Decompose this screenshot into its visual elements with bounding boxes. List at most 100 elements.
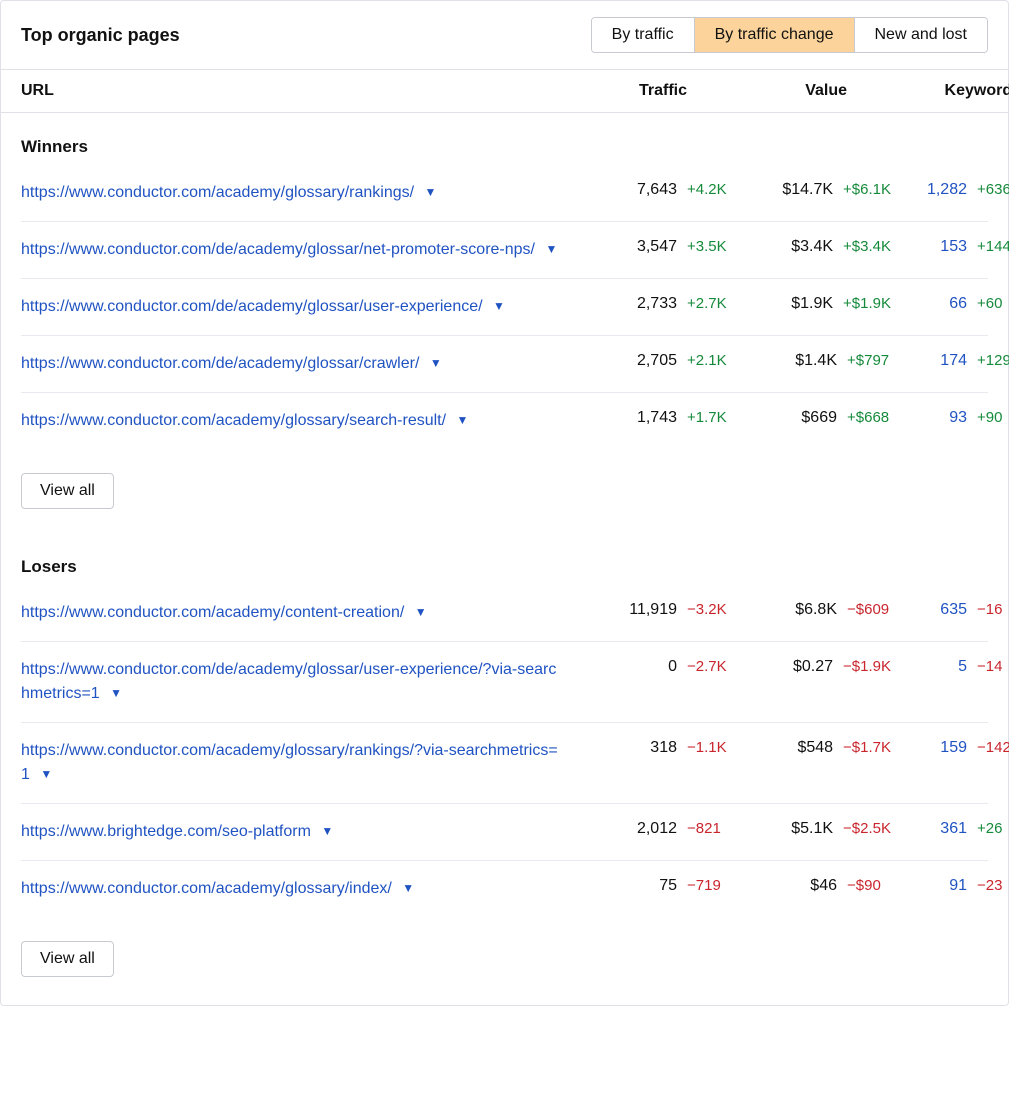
caret-down-icon[interactable]: ▼ [545,240,557,258]
tab-new-and-lost[interactable]: New and lost [854,18,988,52]
top-organic-pages-panel: Top organic pages By trafficBy traffic c… [0,0,1009,1006]
url-cell: https://www.conductor.com/de/academy/glo… [21,658,581,706]
traffic-delta: +2.1K [687,352,731,369]
caret-down-icon[interactable]: ▼ [415,603,427,621]
caret-down-icon[interactable]: ▼ [110,684,122,702]
view-all-winners-button[interactable]: View all [21,473,114,509]
traffic-delta: −1.1K [687,739,731,756]
traffic-cell: 2,012−821 [581,820,731,838]
col-header-url[interactable]: URL [21,82,581,100]
value-cell: $6.8K−$609 [731,601,891,619]
traffic-value: 2,012 [637,820,677,838]
column-headers: URL Traffic Value Keywords [1,70,1008,113]
caret-down-icon[interactable]: ▼ [402,879,414,897]
panel-header: Top organic pages By trafficBy traffic c… [1,1,1008,70]
traffic-cell: 1,743+1.7K [581,409,731,427]
winners-title: Winners [21,137,988,157]
table-row: https://www.conductor.com/academy/glossa… [21,860,988,917]
traffic-delta: +1.7K [687,409,731,426]
value-delta: +$797 [847,352,891,369]
caret-down-icon[interactable]: ▼ [430,354,442,372]
tab-by-traffic[interactable]: By traffic [592,18,694,52]
keywords-value: 5 [958,658,967,676]
col-header-keywords[interactable]: Keywords [891,82,1009,100]
keywords-cell: 174+129 [891,352,1009,370]
value-value: $46 [810,877,837,895]
value-cell: $1.4K +$797 [731,352,891,370]
keywords-cell: 5−14 [891,658,1009,676]
url-cell: https://www.conductor.com/academy/glossa… [21,181,581,205]
keywords-cell: 361+26 [891,820,1009,838]
value-cell: $0.27 −$1.9K [731,658,891,676]
col-header-traffic[interactable]: Traffic [581,82,731,100]
value-cell: $5.1K−$2.5K [731,820,891,838]
value-cell: $3.4K+$3.4K [731,238,891,256]
traffic-cell: 318 −1.1K [581,739,731,757]
keywords-value: 66 [949,295,967,313]
url-cell: https://www.conductor.com/de/academy/glo… [21,352,581,376]
traffic-cell: 2,733 +2.7K [581,295,731,313]
page-url-link[interactable]: https://www.conductor.com/academy/glossa… [21,184,414,201]
traffic-cell: 11,919−3.2K [581,601,731,619]
value-cell: $46−$90 [731,877,891,895]
view-all-losers-button[interactable]: View all [21,941,114,977]
caret-down-icon[interactable]: ▼ [493,297,505,315]
url-cell: https://www.conductor.com/academy/conten… [21,601,581,625]
keywords-delta: +26 [977,820,1009,837]
table-row: https://www.conductor.com/de/academy/glo… [21,221,988,278]
keywords-cell: 635−16 [891,601,1009,619]
traffic-delta: +3.5K [687,238,731,255]
page-url-link[interactable]: https://www.conductor.com/academy/glossa… [21,742,558,783]
traffic-delta: +4.2K [687,181,731,198]
traffic-value: 7,643 [637,181,677,199]
keywords-value: 93 [949,409,967,427]
value-delta: +$6.1K [843,181,891,198]
traffic-delta: +2.7K [687,295,731,312]
table-row: https://www.conductor.com/academy/conten… [21,597,988,641]
caret-down-icon[interactable]: ▼ [457,411,469,429]
url-cell: https://www.conductor.com/academy/glossa… [21,877,581,901]
page-url-link[interactable]: https://www.conductor.com/de/academy/glo… [21,241,535,258]
value-value: $14.7K [782,181,833,199]
value-value: $0.27 [793,658,833,676]
traffic-cell: 2,705 +2.1K [581,352,731,370]
page-url-link[interactable]: https://www.conductor.com/academy/glossa… [21,412,446,429]
traffic-delta: −2.7K [687,658,731,675]
caret-down-icon[interactable]: ▼ [40,765,52,783]
value-value: $1.4K [795,352,837,370]
table-row: https://www.conductor.com/de/academy/glo… [21,278,988,335]
traffic-cell: 75−719 [581,877,731,895]
value-value: $669 [801,409,837,427]
keywords-value: 91 [949,877,967,895]
page-url-link[interactable]: https://www.conductor.com/de/academy/glo… [21,661,556,702]
page-url-link[interactable]: https://www.conductor.com/de/academy/glo… [21,355,419,372]
keywords-value: 635 [940,601,967,619]
traffic-value: 318 [650,739,677,757]
traffic-value: 2,705 [637,352,677,370]
page-url-link[interactable]: https://www.conductor.com/academy/conten… [21,604,404,621]
url-cell: https://www.conductor.com/de/academy/glo… [21,295,581,319]
keywords-value: 174 [940,352,967,370]
keywords-delta: −142 [977,739,1009,756]
keywords-cell: 91 −23 [891,877,1009,895]
value-delta: −$1.7K [843,739,891,756]
page-url-link[interactable]: https://www.conductor.com/academy/glossa… [21,880,392,897]
winners-rows: https://www.conductor.com/academy/glossa… [21,177,988,449]
value-delta: −$1.9K [843,658,891,675]
page-url-link[interactable]: https://www.brightedge.com/seo-platform [21,823,311,840]
col-header-value[interactable]: Value [731,82,891,100]
value-value: $6.8K [795,601,837,619]
value-cell: $1.9K+$1.9K [731,295,891,313]
traffic-value: 0 [668,658,677,676]
value-delta: +$3.4K [843,238,891,255]
traffic-cell: 3,547+3.5K [581,238,731,256]
caret-down-icon[interactable]: ▼ [425,183,437,201]
traffic-value: 2,733 [637,295,677,313]
url-cell: https://www.conductor.com/academy/glossa… [21,739,581,787]
caret-down-icon[interactable]: ▼ [321,822,333,840]
keywords-delta: −23 [977,877,1009,894]
page-url-link[interactable]: https://www.conductor.com/de/academy/glo… [21,298,483,315]
keywords-cell: 93+90 [891,409,1009,427]
panel-title: Top organic pages [21,25,180,46]
tab-by-traffic-change[interactable]: By traffic change [694,18,854,52]
